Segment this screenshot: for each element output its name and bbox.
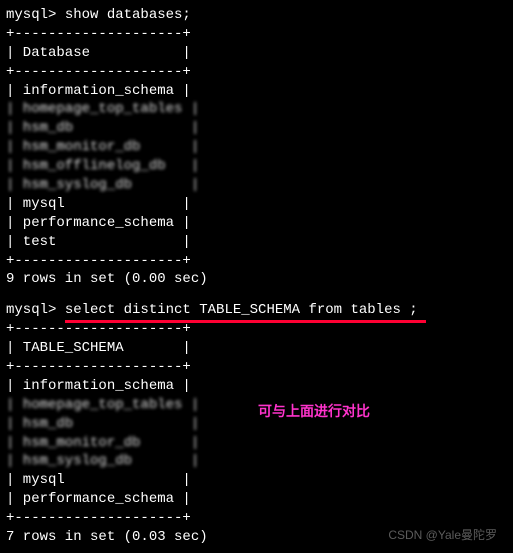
table1-border-hdr: +--------------------+ — [6, 63, 507, 82]
terminal-root: mysql> show databases; +----------------… — [6, 6, 507, 547]
table2-row: | information_schema | — [6, 377, 507, 396]
table2-header: | TABLE_SCHEMA | — [6, 339, 507, 358]
prompt-line-1[interactable]: mysql> show databases; — [6, 6, 507, 25]
command-1-text: show databases; — [65, 7, 191, 23]
annotation-text: 可与上面进行对比 — [258, 402, 370, 421]
result1: 9 rows in set (0.00 sec) — [6, 270, 507, 289]
red-underline — [65, 320, 426, 323]
table2-row: | mysql | — [6, 471, 507, 490]
prompt-line-2[interactable]: mysql> select distinct TABLE_SCHEMA from… — [6, 301, 507, 320]
table2-row: | hsm_syslog_db | — [6, 452, 507, 471]
table1-border-bot: +--------------------+ — [6, 252, 507, 271]
mysql-prompt: mysql> — [6, 302, 65, 318]
table2-row: | hsm_monitor_db | — [6, 434, 507, 453]
table1-row: | mysql | — [6, 195, 507, 214]
table1-row: | information_schema | — [6, 82, 507, 101]
watermark: CSDN @Yale曼陀罗 — [388, 527, 497, 543]
table1-row: | hsm_syslog_db | — [6, 176, 507, 195]
table1-header: | Database | — [6, 44, 507, 63]
command-2-text: select distinct TABLE_SCHEMA from tables… — [65, 301, 418, 320]
table2-border-bot: +--------------------+ — [6, 509, 507, 528]
table2-row: | homepage_top_tables | — [6, 396, 507, 415]
table1-row: | hsm_offlinelog_db | — [6, 157, 507, 176]
table1-border-top: +--------------------+ — [6, 25, 507, 44]
table1-row: | hsm_db | — [6, 119, 507, 138]
table2-row: | performance_schema | — [6, 490, 507, 509]
mysql-prompt: mysql> — [6, 7, 65, 23]
table2-row: | hsm_db | — [6, 415, 507, 434]
table2-border-hdr: +--------------------+ — [6, 358, 507, 377]
table1-row: | performance_schema | — [6, 214, 507, 233]
table1-row: | test | — [6, 233, 507, 252]
table1-row: | homepage_top_tables | — [6, 100, 507, 119]
table1-row: | hsm_monitor_db | — [6, 138, 507, 157]
